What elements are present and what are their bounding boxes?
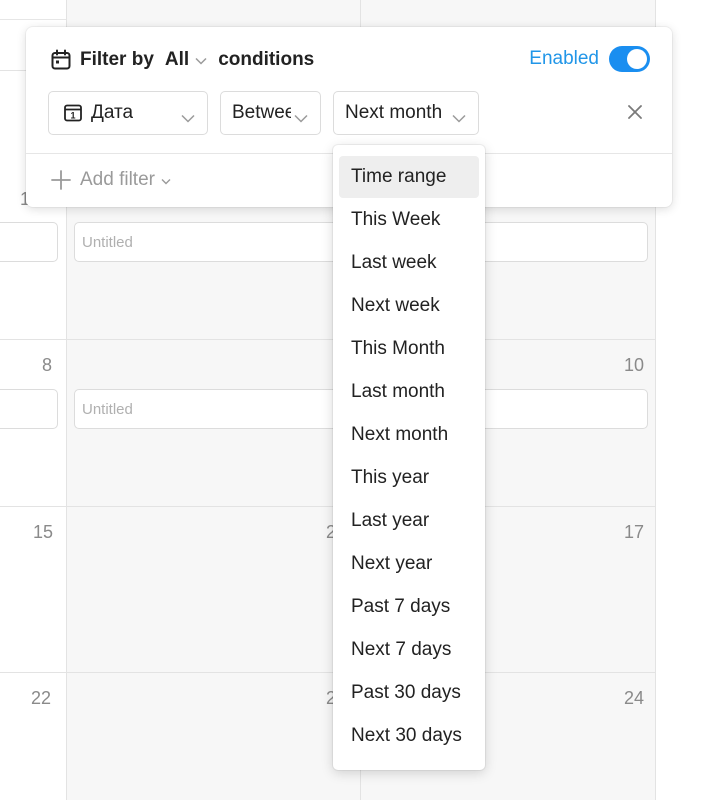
- close-icon[interactable]: [626, 103, 644, 121]
- calendar-event-card[interactable]: Untitled: [74, 389, 350, 429]
- dropdown-option-this-week[interactable]: This Week: [339, 199, 479, 241]
- conditions-label: conditions: [218, 49, 315, 70]
- day-number: 17: [623, 522, 644, 542]
- field-select-value: Дата: [91, 102, 134, 123]
- calendar-icon: [50, 49, 72, 71]
- dropdown-option-past-7-days[interactable]: Past 7 days: [339, 586, 479, 628]
- calendar-row-divider: [0, 506, 656, 507]
- dropdown-option-last-year[interactable]: Last year: [339, 500, 479, 542]
- calendar-event-card[interactable]: [470, 222, 648, 262]
- calendar-event-card[interactable]: [0, 222, 58, 262]
- chevron-down-icon: [161, 169, 171, 191]
- operator-select[interactable]: Between: [220, 91, 321, 135]
- add-filter-button[interactable]: Add filter: [50, 169, 171, 191]
- operator-select-value: Between: [232, 102, 291, 123]
- dropdown-option-last-week[interactable]: Last week: [339, 242, 479, 284]
- date-range-dropdown: Time range This Week Last week Next week…: [333, 145, 485, 770]
- filter-by-label: Filter by: [80, 49, 154, 70]
- calendar-event-card[interactable]: Untitled: [74, 222, 350, 262]
- add-filter-label: Add filter: [80, 169, 155, 190]
- dropdown-option-this-year[interactable]: This year: [339, 457, 479, 499]
- calendar-event-card[interactable]: [470, 389, 648, 429]
- match-mode-value: All: [164, 49, 190, 70]
- dropdown-option-this-month[interactable]: This Month: [339, 328, 479, 370]
- day-number: 10: [623, 355, 644, 375]
- field-select[interactable]: 1 Дата: [48, 91, 208, 135]
- day-number: 8: [42, 355, 53, 375]
- enabled-label: Enabled: [529, 48, 599, 69]
- enabled-toggle-group: Enabled: [529, 46, 650, 72]
- dropdown-option-last-month[interactable]: Last month: [339, 371, 479, 413]
- value-select-value: Next month: [345, 102, 443, 123]
- dropdown-option-next-month[interactable]: Next month: [339, 414, 479, 456]
- toggle-knob: [627, 49, 647, 69]
- calendar-icon: 1: [63, 103, 83, 123]
- chevron-down-icon: [181, 107, 195, 129]
- calendar-row-divider: [0, 672, 656, 673]
- dropdown-option-next-week[interactable]: Next week: [339, 285, 479, 327]
- day-number: 15: [33, 522, 54, 542]
- svg-text:1: 1: [70, 111, 75, 121]
- plus-icon: [50, 169, 72, 191]
- dropdown-option-next-year[interactable]: Next year: [339, 543, 479, 585]
- enabled-toggle[interactable]: [609, 46, 650, 72]
- chevron-down-icon: [452, 107, 466, 129]
- day-number: 24: [623, 688, 644, 708]
- dropdown-option-past-30-days[interactable]: Past 30 days: [339, 672, 479, 714]
- dropdown-option-next-30-days[interactable]: Next 30 days: [339, 715, 479, 757]
- dropdown-option-next-7-days[interactable]: Next 7 days: [339, 629, 479, 671]
- dropdown-option-time-range[interactable]: Time range: [339, 156, 479, 198]
- filter-header: Filter by All conditions: [50, 47, 314, 73]
- match-mode-select[interactable]: All: [165, 49, 207, 71]
- value-select[interactable]: Next month: [333, 91, 479, 135]
- day-number: 22: [31, 688, 52, 708]
- chevron-down-icon: [294, 107, 308, 129]
- chevron-down-icon: [195, 49, 207, 71]
- calendar-event-card[interactable]: [0, 389, 58, 429]
- calendar-row-divider: [0, 339, 656, 340]
